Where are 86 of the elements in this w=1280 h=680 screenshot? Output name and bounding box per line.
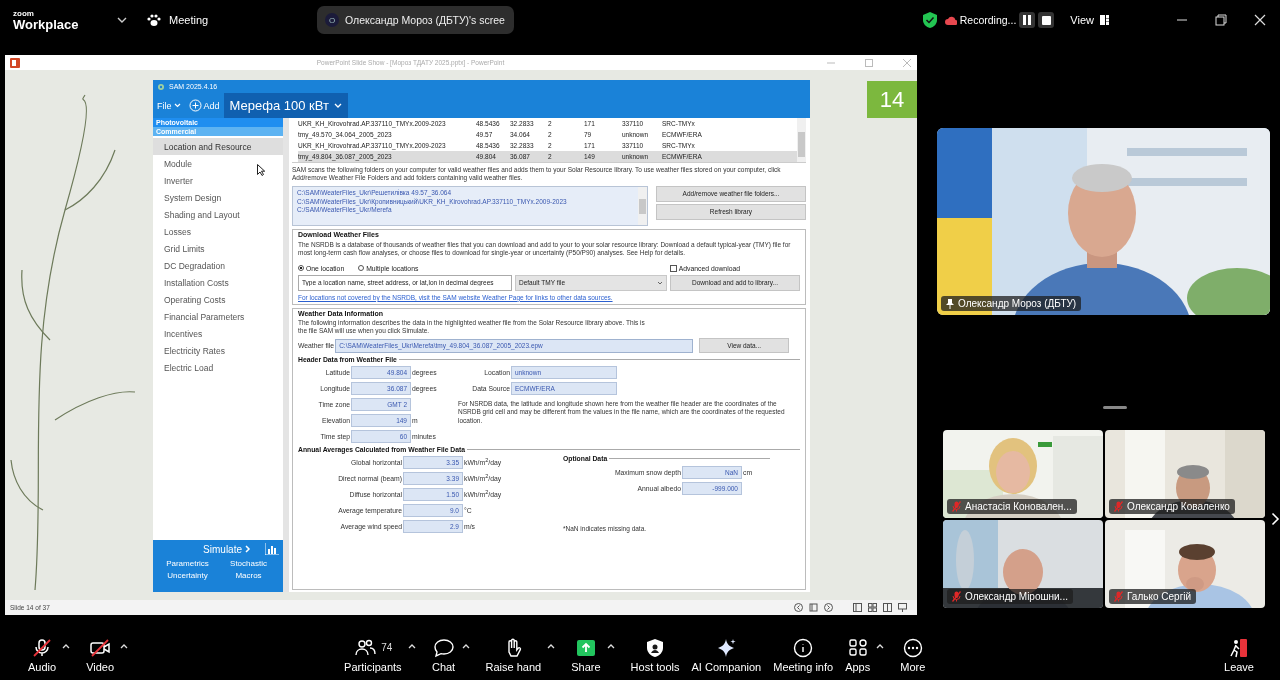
file-menu[interactable]: File bbox=[153, 93, 185, 118]
caret-icon[interactable] bbox=[407, 643, 416, 649]
chevron-right-icon bbox=[245, 545, 251, 553]
sidebar-item[interactable]: Shading and Layout bbox=[153, 206, 283, 223]
shield-icon[interactable] bbox=[922, 12, 937, 28]
caret-icon[interactable] bbox=[120, 643, 129, 649]
view-button[interactable]: View bbox=[1070, 14, 1109, 26]
share-button[interactable]: Share bbox=[565, 637, 607, 673]
add-icon bbox=[188, 99, 202, 112]
caret-icon[interactable] bbox=[876, 643, 885, 649]
apps-button[interactable]: Apps bbox=[839, 637, 877, 673]
product-name: Workplace bbox=[13, 17, 80, 31]
sidebar-item[interactable]: Inverter bbox=[153, 172, 283, 189]
caret-icon[interactable] bbox=[461, 643, 470, 649]
add-button[interactable]: Add bbox=[184, 93, 224, 118]
stop-icon bbox=[1041, 15, 1051, 25]
avatar-initial: O bbox=[325, 13, 339, 27]
tool-link[interactable]: Uncertainty bbox=[157, 571, 218, 580]
sorter-view-icon[interactable] bbox=[868, 603, 877, 612]
participants-button[interactable]: 74 Participants bbox=[338, 637, 408, 673]
share-label: Олександр Мороз (ДБТУ)'s scree bbox=[345, 14, 505, 26]
participant-name: Олександр Мороз (ДБТУ) bbox=[958, 298, 1077, 309]
participant-count: 74 bbox=[381, 642, 393, 653]
sidebar-item[interactable]: Electric Load bbox=[153, 359, 283, 376]
recording-label: Recording... bbox=[959, 14, 1017, 26]
reading-view-icon[interactable] bbox=[883, 603, 892, 612]
caret-icon bbox=[333, 103, 342, 108]
participant-name: Олександр Коваленко bbox=[1127, 501, 1230, 512]
sidebar-item[interactable]: Location and Resource bbox=[153, 138, 283, 155]
previous-icon[interactable] bbox=[794, 603, 803, 612]
close-icon[interactable] bbox=[1254, 14, 1266, 26]
tool-link[interactable]: Parametrics bbox=[157, 559, 218, 568]
stop-button[interactable] bbox=[1038, 12, 1055, 28]
restore-icon[interactable] bbox=[1215, 14, 1227, 26]
sidebar-item[interactable]: Installation Costs bbox=[153, 274, 283, 291]
chat-button[interactable]: Chat bbox=[425, 637, 462, 673]
leave-button[interactable]: Leave bbox=[1218, 637, 1260, 673]
slide-number-badge: 14 bbox=[867, 81, 917, 118]
sidebar-item[interactable]: Financial Parameters bbox=[153, 308, 283, 325]
simulate-button[interactable]: Simulate bbox=[203, 543, 251, 555]
meeting-button[interactable]: Meeting bbox=[147, 13, 317, 27]
sidebar-item[interactable]: System Design bbox=[153, 189, 283, 206]
pointer-icon bbox=[257, 164, 265, 176]
caret-icon bbox=[657, 280, 663, 285]
menu-icon[interactable] bbox=[809, 603, 818, 612]
scrollbar[interactable] bbox=[638, 186, 647, 225]
sidebar-item[interactable]: Module bbox=[153, 155, 283, 172]
grid-icon bbox=[1100, 15, 1109, 25]
caret-icon[interactable] bbox=[606, 643, 615, 649]
slideshow-icon[interactable] bbox=[898, 603, 907, 612]
sidebar-item[interactable]: Electricity Rates bbox=[153, 342, 283, 359]
normal-view-icon[interactable] bbox=[853, 603, 862, 612]
pause-button[interactable] bbox=[1019, 12, 1036, 28]
participant-name: Галько Сергій bbox=[1127, 591, 1192, 602]
next-icon[interactable] bbox=[824, 603, 833, 612]
pause-icon bbox=[1023, 15, 1032, 25]
next-page-icon[interactable] bbox=[1271, 512, 1280, 526]
tool-link[interactable]: Stochastic bbox=[218, 559, 279, 568]
more-button[interactable]: More bbox=[894, 637, 932, 673]
audio-button[interactable]: Audio bbox=[22, 637, 63, 673]
sidebar-item[interactable]: Grid Limits bbox=[153, 240, 283, 257]
bar-chart-icon[interactable] bbox=[265, 543, 279, 555]
project-tab[interactable]: Мерефа 100 кВт bbox=[223, 93, 348, 118]
sidebar-item[interactable]: DC Degradation bbox=[153, 257, 283, 274]
caret-icon bbox=[173, 103, 181, 108]
paw-icon bbox=[147, 13, 161, 27]
scrollbar[interactable] bbox=[797, 118, 806, 162]
cloud-icon bbox=[944, 15, 957, 25]
logo-wordmark: zoom bbox=[13, 9, 35, 18]
sidebar-item[interactable]: Losses bbox=[153, 223, 283, 240]
tool-link[interactable]: Macros bbox=[218, 571, 279, 580]
pin-icon bbox=[946, 298, 954, 309]
host-button[interactable]: Host tools bbox=[624, 637, 686, 673]
resize-handle[interactable] bbox=[1103, 406, 1127, 409]
sidebar-item[interactable]: Operating Costs bbox=[153, 291, 283, 308]
video-button[interactable]: Video bbox=[80, 637, 121, 673]
screen-share-pill[interactable]: O Олександр Мороз (ДБТУ)'s scree bbox=[317, 6, 514, 34]
ai-button[interactable]: AI Companion bbox=[685, 637, 768, 673]
participant-name: Анастасія Коновален... bbox=[965, 501, 1072, 512]
chevron-down-icon[interactable] bbox=[117, 17, 127, 23]
caret-icon[interactable] bbox=[547, 643, 556, 649]
caret-icon[interactable] bbox=[62, 643, 71, 649]
participant-name: Олександр Мірошни... bbox=[965, 591, 1068, 602]
info-button[interactable]: Meeting info bbox=[767, 637, 840, 673]
sidebar-item[interactable]: Incentives bbox=[153, 325, 283, 342]
hand-button[interactable]: Raise hand bbox=[479, 637, 548, 673]
